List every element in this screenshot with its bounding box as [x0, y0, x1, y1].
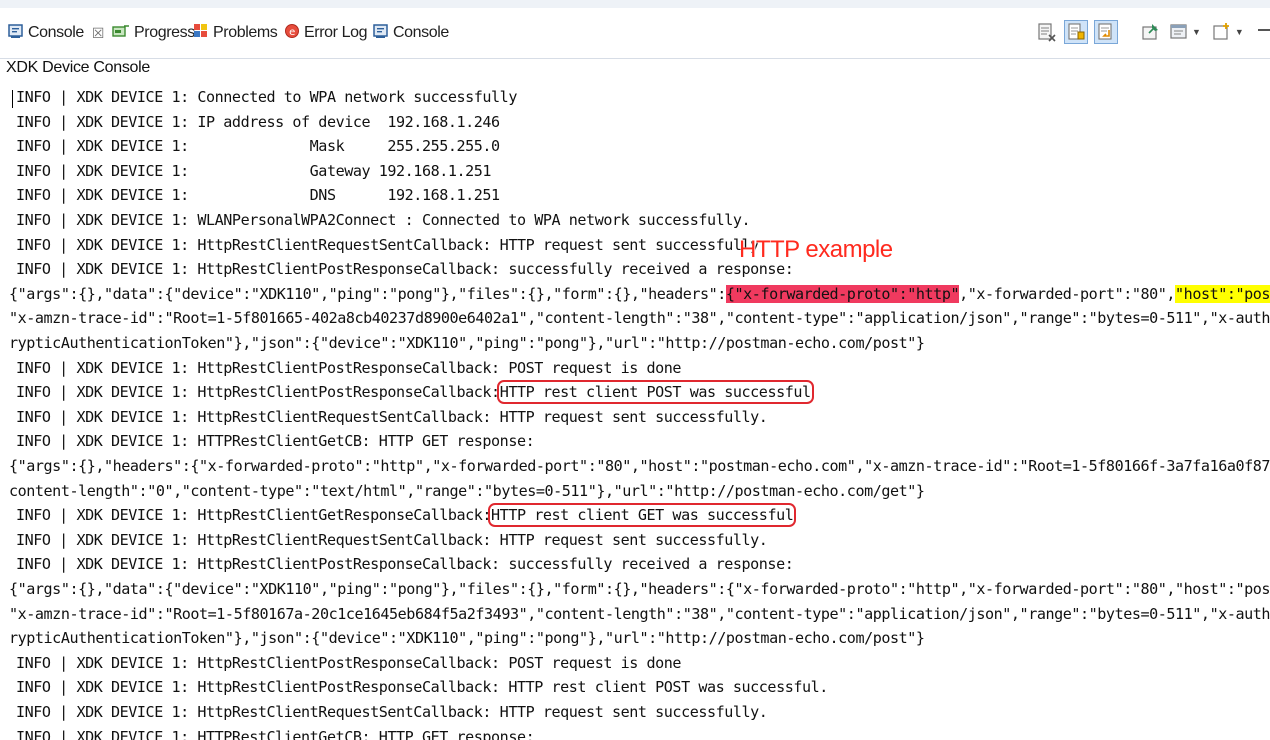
- console-line: INFO | XDK DEVICE 1: HttpRestClientReque…: [16, 529, 768, 551]
- console-line: INFO | XDK DEVICE 1: Gateway 192.168.1.2…: [16, 160, 491, 182]
- minimize-icon[interactable]: [1254, 21, 1270, 43]
- tab-console-2-label: Console: [393, 24, 449, 41]
- tab-error-log-label: Error Log: [304, 24, 368, 41]
- console-text: INFO | XDK DEVICE 1: HTTPRestClientGetCB…: [16, 432, 535, 451]
- console-text: INFO | XDK DEVICE 1: HttpRestClientPostR…: [16, 653, 682, 672]
- console-text: {"args":{},"data":{"device":"XDK110","pi…: [9, 284, 726, 303]
- boxed-text: HTTP rest client POST was successful: [496, 380, 814, 405]
- scroll-lock-icon[interactable]: [1064, 20, 1088, 44]
- open-console-icon[interactable]: [1211, 21, 1233, 43]
- console-line: INFO | XDK DEVICE 1: HttpRestClientPostR…: [16, 652, 682, 674]
- console-text: "x-amzn-trace-id":"Root=1-5f801665-402a8…: [9, 309, 1270, 328]
- console-title: XDK Device Console: [6, 59, 150, 76]
- highlighted-text: {"x-forwarded-proto":"http": [725, 284, 960, 303]
- console-line: INFO | XDK DEVICE 1: Connected to WPA ne…: [16, 86, 517, 108]
- console-icon: [373, 23, 389, 44]
- console-text: INFO | XDK DEVICE 1: HttpRestClientPostR…: [16, 555, 794, 574]
- pin-console-icon[interactable]: [1140, 21, 1162, 43]
- console-text: INFO | XDK DEVICE 1: HttpRestClientReque…: [16, 235, 768, 254]
- console-line: INFO | XDK DEVICE 1: Mask 255.255.255.0: [16, 135, 500, 157]
- annotation-label: HTTP example: [739, 236, 893, 263]
- console-text: INFO | XDK DEVICE 1: HttpRestClientReque…: [16, 530, 768, 549]
- console-line: INFO | XDK DEVICE 1: HttpRestClientPostR…: [16, 380, 814, 405]
- console-line: INFO | XDK DEVICE 1: WLANPersonalWPA2Con…: [16, 209, 751, 231]
- console-text: INFO | XDK DEVICE 1: IP address of devic…: [16, 112, 500, 131]
- console-line: content-length":"0","content-type":"text…: [9, 480, 925, 502]
- clear-console-icon[interactable]: [1036, 21, 1058, 43]
- tab-problems[interactable]: Problems: [193, 16, 278, 50]
- close-tab-icon[interactable]: ☒: [92, 25, 105, 42]
- console-toolbar: ▼ ▼: [1036, 18, 1270, 46]
- tab-console[interactable]: Console: [373, 16, 449, 50]
- word-wrap-icon[interactable]: [1094, 20, 1118, 44]
- console-line: rypticAuthenticationToken"},"json":{"dev…: [9, 627, 925, 649]
- console-line: "x-amzn-trace-id":"Root=1-5f801665-402a8…: [9, 307, 1270, 329]
- console-text: INFO | XDK DEVICE 1: HttpRestClientGetRe…: [16, 506, 492, 525]
- console-line: INFO | XDK DEVICE 1: HttpRestClientReque…: [16, 406, 768, 428]
- console-text: content-length":"0","content-type":"text…: [9, 481, 925, 500]
- console-text: INFO | XDK DEVICE 1: HttpRestClientPostR…: [16, 358, 682, 377]
- tab-bar-top-strip: [0, 0, 1270, 8]
- tab-progress[interactable]: Progress: [112, 16, 195, 50]
- console-output[interactable]: INFO | XDK DEVICE 1: Connected to WPA ne…: [0, 84, 1270, 740]
- console-line: INFO | XDK DEVICE 1: HttpRestClientPostR…: [16, 258, 794, 280]
- console-line: {"args":{},"headers":{"x-forwarded-proto…: [9, 455, 1270, 477]
- console-line: {"args":{},"data":{"device":"XDK110","pi…: [9, 578, 1270, 600]
- console-text: "x-amzn-trace-id":"Root=1-5f80167a-20c1c…: [9, 604, 1270, 623]
- tab-error-log[interactable]: e Error Log: [284, 16, 368, 50]
- console-line: INFO | XDK DEVICE 1: HttpRestClientPostR…: [16, 553, 794, 575]
- console-text: rypticAuthenticationToken"},"json":{"dev…: [9, 629, 925, 648]
- boxed-text: HTTP rest client GET was successful: [488, 503, 797, 528]
- console-text: INFO | XDK DEVICE 1: HttpRestClientPostR…: [16, 260, 794, 279]
- console-text: rypticAuthenticationToken"},"json":{"dev…: [9, 334, 925, 352]
- progress-icon: [112, 23, 130, 44]
- error-log-icon: e: [284, 23, 300, 44]
- tab-progress-label: Progress: [134, 24, 195, 41]
- tab-console-active[interactable]: Console ☒: [8, 16, 104, 50]
- toolbar-separator: [1124, 21, 1134, 43]
- highlighted-text: "host":"postman-echo.com": [1175, 284, 1270, 303]
- console-line: rypticAuthenticationToken"},"json":{"dev…: [9, 332, 925, 354]
- console-text: INFO | XDK DEVICE 1: Gateway 192.168.1.2…: [16, 161, 492, 180]
- console-text: INFO | XDK DEVICE 1: HttpRestClientReque…: [16, 703, 768, 721]
- open-console-dropdown-icon[interactable]: ▼: [1235, 27, 1244, 37]
- console-line: INFO | XDK DEVICE 1: HTTPRestClientGetCB…: [16, 430, 535, 452]
- console-line: INFO | XDK DEVICE 1: HttpRestClientPostR…: [16, 676, 828, 698]
- problems-icon: [193, 23, 209, 44]
- console-icon: [8, 23, 24, 44]
- console-text: INFO | XDK DEVICE 1: DNS 192.168.1.251: [16, 186, 500, 205]
- console-line: INFO | XDK DEVICE 1: HttpRestClientGetRe…: [16, 503, 797, 528]
- console-text: INFO | XDK DEVICE 1: WLANPersonalWPA2Con…: [16, 211, 751, 229]
- console-text: {"args":{},"headers":{"x-forwarded-proto…: [9, 457, 1270, 475]
- console-text: ,"x-forwarded-port":"80",: [959, 284, 1176, 303]
- display-console-dropdown-icon[interactable]: ▼: [1192, 27, 1201, 37]
- console-text: INFO | XDK DEVICE 1: HttpRestClientReque…: [16, 407, 768, 426]
- console-line: INFO | XDK DEVICE 1: DNS 192.168.1.251: [16, 184, 500, 206]
- svg-text:e: e: [289, 27, 295, 38]
- console-text: INFO | XDK DEVICE 1: Mask 255.255.255.0: [16, 137, 500, 156]
- console-line: INFO | XDK DEVICE 1: HttpRestClientReque…: [16, 701, 768, 723]
- display-selected-console-icon[interactable]: [1168, 21, 1190, 43]
- console-line: INFO | XDK DEVICE 1: HttpRestClientReque…: [16, 234, 768, 256]
- console-line: INFO | XDK DEVICE 1: HttpRestClientPostR…: [16, 357, 682, 379]
- console-text: INFO | XDK DEVICE 1: HTTPRestClientGetCB…: [16, 727, 535, 740]
- tab-console-label: Console: [28, 24, 84, 41]
- text-caret: [12, 90, 13, 108]
- view-tab-bar: Console ☒ Progress Problems e Error Log …: [0, 0, 1270, 59]
- console-text: {"args":{},"data":{"device":"XDK110","pi…: [9, 580, 1270, 598]
- console-line: INFO | XDK DEVICE 1: IP address of devic…: [16, 111, 500, 133]
- console-text: INFO | XDK DEVICE 1: HttpRestClientPostR…: [16, 678, 828, 697]
- console-line: INFO | XDK DEVICE 1: HTTPRestClientGetCB…: [16, 726, 535, 740]
- console-line: {"args":{},"data":{"device":"XDK110","pi…: [9, 283, 1270, 305]
- console-text: INFO | XDK DEVICE 1: Connected to WPA ne…: [16, 88, 517, 106]
- console-line: "x-amzn-trace-id":"Root=1-5f80167a-20c1c…: [9, 603, 1270, 625]
- tab-problems-label: Problems: [213, 24, 278, 41]
- console-text: INFO | XDK DEVICE 1: HttpRestClientPostR…: [16, 383, 500, 402]
